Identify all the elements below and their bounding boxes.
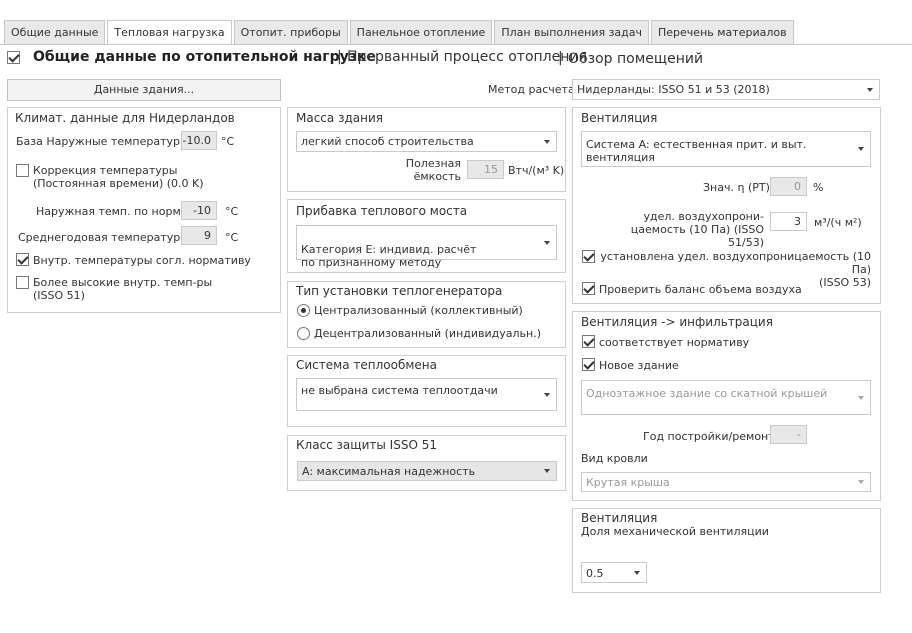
tab-divider	[0, 44, 912, 45]
base-temp-input[interactable]: -10.0	[181, 131, 217, 150]
bridge-title: Прибавка теплового моста	[296, 204, 468, 218]
ventilation-system-value: Система A: естественная прит. и выт. вен…	[586, 138, 807, 164]
chevron-down-icon	[544, 240, 550, 245]
method-label: Метод расчета	[488, 83, 575, 96]
eta-unit: %	[813, 181, 824, 194]
exchange-value: не выбрана система теплоотдачи	[301, 384, 498, 397]
permeability-unit: м³/(ч м²)	[814, 216, 862, 229]
capacity-unit: Втч/(м³ K)	[508, 164, 565, 177]
link-rooms-overview[interactable]: Обзор помещений	[568, 51, 703, 67]
building-data-button[interactable]: Данные здания...	[7, 79, 281, 101]
central-label: Централизованный (коллективный)	[314, 304, 523, 317]
annual-temp-unit: °C	[225, 231, 239, 244]
roof-label: Вид кровли	[581, 452, 648, 465]
ventilation-title: Вентиляция	[581, 111, 658, 125]
permeability-set-checkbox[interactable]	[582, 250, 595, 263]
correction-checkbox[interactable]	[16, 164, 29, 177]
tab-general[interactable]: Общие данные	[4, 20, 106, 44]
capacity-input[interactable]: 15	[467, 160, 504, 179]
mass-dropdown[interactable]: легкий способ строительства	[296, 131, 557, 152]
bridge-dropdown[interactable]: Категория E: индивид. расчёт по признанн…	[296, 225, 557, 269]
mech-share-dropdown[interactable]: 0.5	[581, 562, 647, 583]
norm-label: соответствует нормативу	[599, 336, 750, 349]
eta-label: Знач. η (РТ)	[703, 181, 770, 194]
new-building-checkbox[interactable]	[582, 358, 595, 371]
decentral-label: Децентрализованный (индивидуальн.)	[314, 327, 542, 340]
decentral-radio[interactable]	[297, 327, 310, 340]
correction-label: Коррекция температуры (Постоянная времен…	[33, 164, 204, 190]
norm-checkbox[interactable]	[582, 335, 595, 348]
chevron-down-icon	[544, 139, 550, 144]
outdoor-norm-unit: °C	[225, 205, 239, 218]
roof-dropdown[interactable]: Крутая крыша	[581, 472, 871, 492]
ventilation-system-dropdown[interactable]: Система A: естественная прит. и выт. вен…	[581, 131, 871, 167]
chevron-down-icon	[544, 469, 550, 473]
mech-share-value: 0.5	[586, 567, 604, 580]
annual-temp-label: Среднегодовая температура	[18, 231, 187, 244]
link-interrupted-heating[interactable]: Прерванный процесс отопления	[347, 49, 587, 65]
tab-materials[interactable]: Перечень материалов	[651, 20, 794, 44]
balance-checkbox[interactable]	[582, 282, 595, 295]
base-temp-label: База Наружные температуры	[16, 135, 189, 148]
indoor-norm-label: Внутр. температуры согл. нормативу	[33, 254, 251, 267]
climate-title: Климат. данные для Нидерландов	[15, 111, 235, 125]
header-separator: |	[337, 49, 342, 65]
building-type-dropdown[interactable]: Одноэтажное здание со скатной крышей	[581, 380, 871, 415]
base-temp-unit: °C	[221, 135, 235, 148]
outdoor-norm-input[interactable]: -10	[181, 201, 217, 220]
mech-subtitle: Доля механической вентиляции	[581, 525, 769, 538]
tab-heaters[interactable]: Отопит. приборы	[233, 20, 348, 44]
outdoor-norm-label: Наружная темп. по норме	[36, 205, 188, 218]
infiltration-title: Вентиляция -> инфильтрация	[581, 315, 773, 329]
chevron-down-icon	[858, 480, 864, 484]
annual-temp-input[interactable]: 9	[181, 226, 217, 245]
page-title: Общие данные по отопительной нагрузке	[33, 49, 376, 65]
chevron-down-icon	[858, 147, 864, 151]
mass-value: легкий способ строительства	[301, 135, 474, 148]
tab-heat-load[interactable]: Тепловая нагрузка	[107, 20, 232, 45]
mass-title: Масса здания	[296, 111, 383, 125]
new-building-label: Новое здание	[599, 359, 679, 372]
eta-input[interactable]: 0	[770, 177, 807, 196]
year-input[interactable]: -	[770, 425, 807, 444]
exchange-title: Система теплообмена	[296, 358, 437, 372]
generator-title: Тип установки теплогенератора	[296, 284, 503, 298]
tab-task-plan[interactable]: План выполнения задач	[494, 20, 650, 44]
protection-dropdown[interactable]: A: максимальная надежность	[297, 461, 557, 481]
method-value: Нидерланды: ISSO 51 и 53 (2018)	[577, 83, 770, 96]
high-indoor-checkbox[interactable]	[16, 276, 29, 289]
central-radio[interactable]	[297, 304, 310, 317]
protection-value: A: максимальная надежность	[302, 465, 476, 478]
chevron-down-icon	[634, 570, 640, 575]
capacity-label: Полезная ёмкость	[405, 157, 461, 183]
tab-bar: Общие данные Тепловая нагрузка Отопит. п…	[4, 20, 796, 45]
permeability-input[interactable]: 3	[770, 212, 807, 231]
method-dropdown[interactable]: Нидерланды: ISSO 51 и 53 (2018)	[572, 79, 880, 100]
header-separator: |	[558, 50, 563, 66]
header-checkbox[interactable]	[7, 51, 20, 64]
permeability-label: удел. воздухопрони- цаемость (10 Па) (IS…	[630, 210, 764, 249]
chevron-down-icon	[858, 395, 864, 400]
exchange-dropdown[interactable]: не выбрана система теплоотдачи	[296, 378, 557, 411]
balance-label: Проверить баланс объема воздуха	[599, 283, 802, 296]
roof-value: Крутая крыша	[586, 476, 670, 489]
high-indoor-label: Более высокие внутр. темп-ры (ISSO 51)	[33, 276, 213, 302]
indoor-norm-checkbox[interactable]	[16, 253, 29, 266]
year-label: Год постройки/ремонта	[643, 430, 782, 443]
mech-title: Вентиляция	[581, 511, 658, 525]
chevron-down-icon	[867, 87, 873, 92]
tab-panel-heating[interactable]: Панельное отопление	[349, 20, 493, 44]
building-type-value: Одноэтажное здание со скатной крышей	[586, 387, 828, 400]
chevron-down-icon	[544, 392, 550, 397]
protection-title: Класс защиты ISSO 51	[296, 438, 437, 452]
